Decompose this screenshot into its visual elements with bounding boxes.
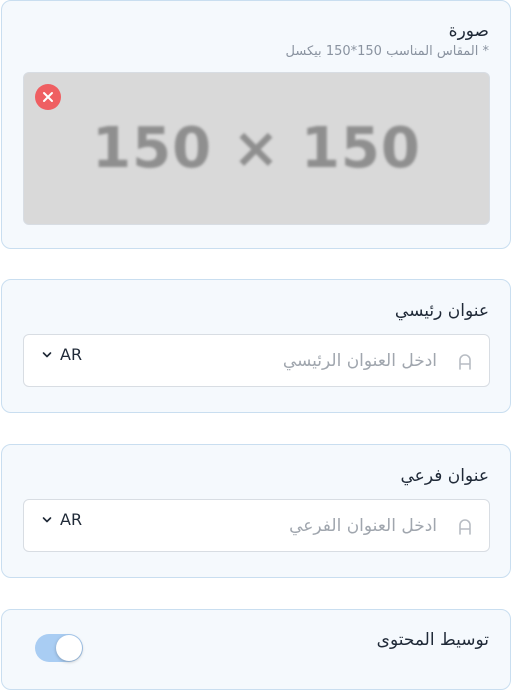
- image-card: صورة * المقاس المناسب 150*150 بيكسل 150 …: [1, 0, 511, 249]
- center-content-toggle[interactable]: [35, 634, 83, 662]
- user-icon: [459, 519, 471, 535]
- main-title-language: AR: [60, 345, 83, 364]
- image-placeholder-text: 150 × 150: [92, 116, 421, 181]
- subtitle-input[interactable]: [124, 508, 439, 544]
- main-title-label: عنوان رئيسي: [394, 301, 489, 321]
- subtitle-field: AR: [23, 499, 490, 552]
- close-icon: [43, 92, 53, 102]
- image-label: صورة: [448, 21, 489, 41]
- chevron-down-icon: [42, 351, 52, 357]
- main-title-language-select[interactable]: AR: [42, 345, 82, 364]
- subtitle-language: AR: [60, 510, 83, 529]
- toggle-knob: [56, 635, 82, 661]
- main-title-field: AR: [23, 334, 490, 387]
- user-icon: [459, 354, 471, 370]
- subtitle-language-select[interactable]: AR: [42, 510, 82, 529]
- main-title-card: عنوان رئيسي AR: [1, 279, 511, 413]
- center-content-label: توسيط المحتوى: [376, 630, 489, 650]
- main-title-input[interactable]: [124, 343, 439, 379]
- subtitle-card: عنوان فرعي AR: [1, 444, 511, 578]
- image-size-hint: * المقاس المناسب 150*150 بيكسل: [285, 44, 489, 59]
- subtitle-label: عنوان فرعي: [400, 466, 490, 486]
- image-preview[interactable]: 150 × 150: [23, 72, 490, 225]
- remove-image-button[interactable]: [35, 84, 61, 110]
- center-content-card: توسيط المحتوى: [1, 609, 511, 690]
- chevron-down-icon: [42, 516, 52, 522]
